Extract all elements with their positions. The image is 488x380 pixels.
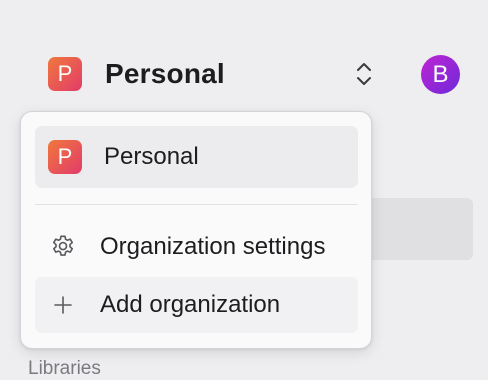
org-badge: P	[48, 140, 82, 174]
organization-settings-menu-item[interactable]: Organization settings	[35, 218, 358, 276]
menu-item-label: Organization settings	[100, 233, 326, 260]
menu-item-label: Add organization	[100, 291, 281, 318]
sidebar-section-label: Libraries	[28, 358, 101, 379]
org-badge: P	[48, 57, 82, 91]
menu-item-personal-org[interactable]: P Personal	[35, 126, 358, 188]
plus-icon	[48, 290, 78, 320]
organization-dropdown-menu: P Personal Organization settings Add org…	[20, 111, 372, 349]
menu-item-label: Personal	[104, 143, 199, 170]
top-header: P Personal B	[0, 0, 488, 110]
org-name: Personal	[105, 58, 225, 89]
chevron-up-down-icon[interactable]	[352, 60, 376, 88]
sidebar-item-background	[360, 198, 473, 260]
organization-switcher[interactable]: P Personal	[48, 56, 225, 92]
user-avatar[interactable]: B	[421, 55, 460, 94]
menu-divider	[35, 204, 358, 205]
add-organization-menu-item[interactable]: Add organization	[35, 277, 358, 333]
gear-icon	[48, 232, 78, 262]
